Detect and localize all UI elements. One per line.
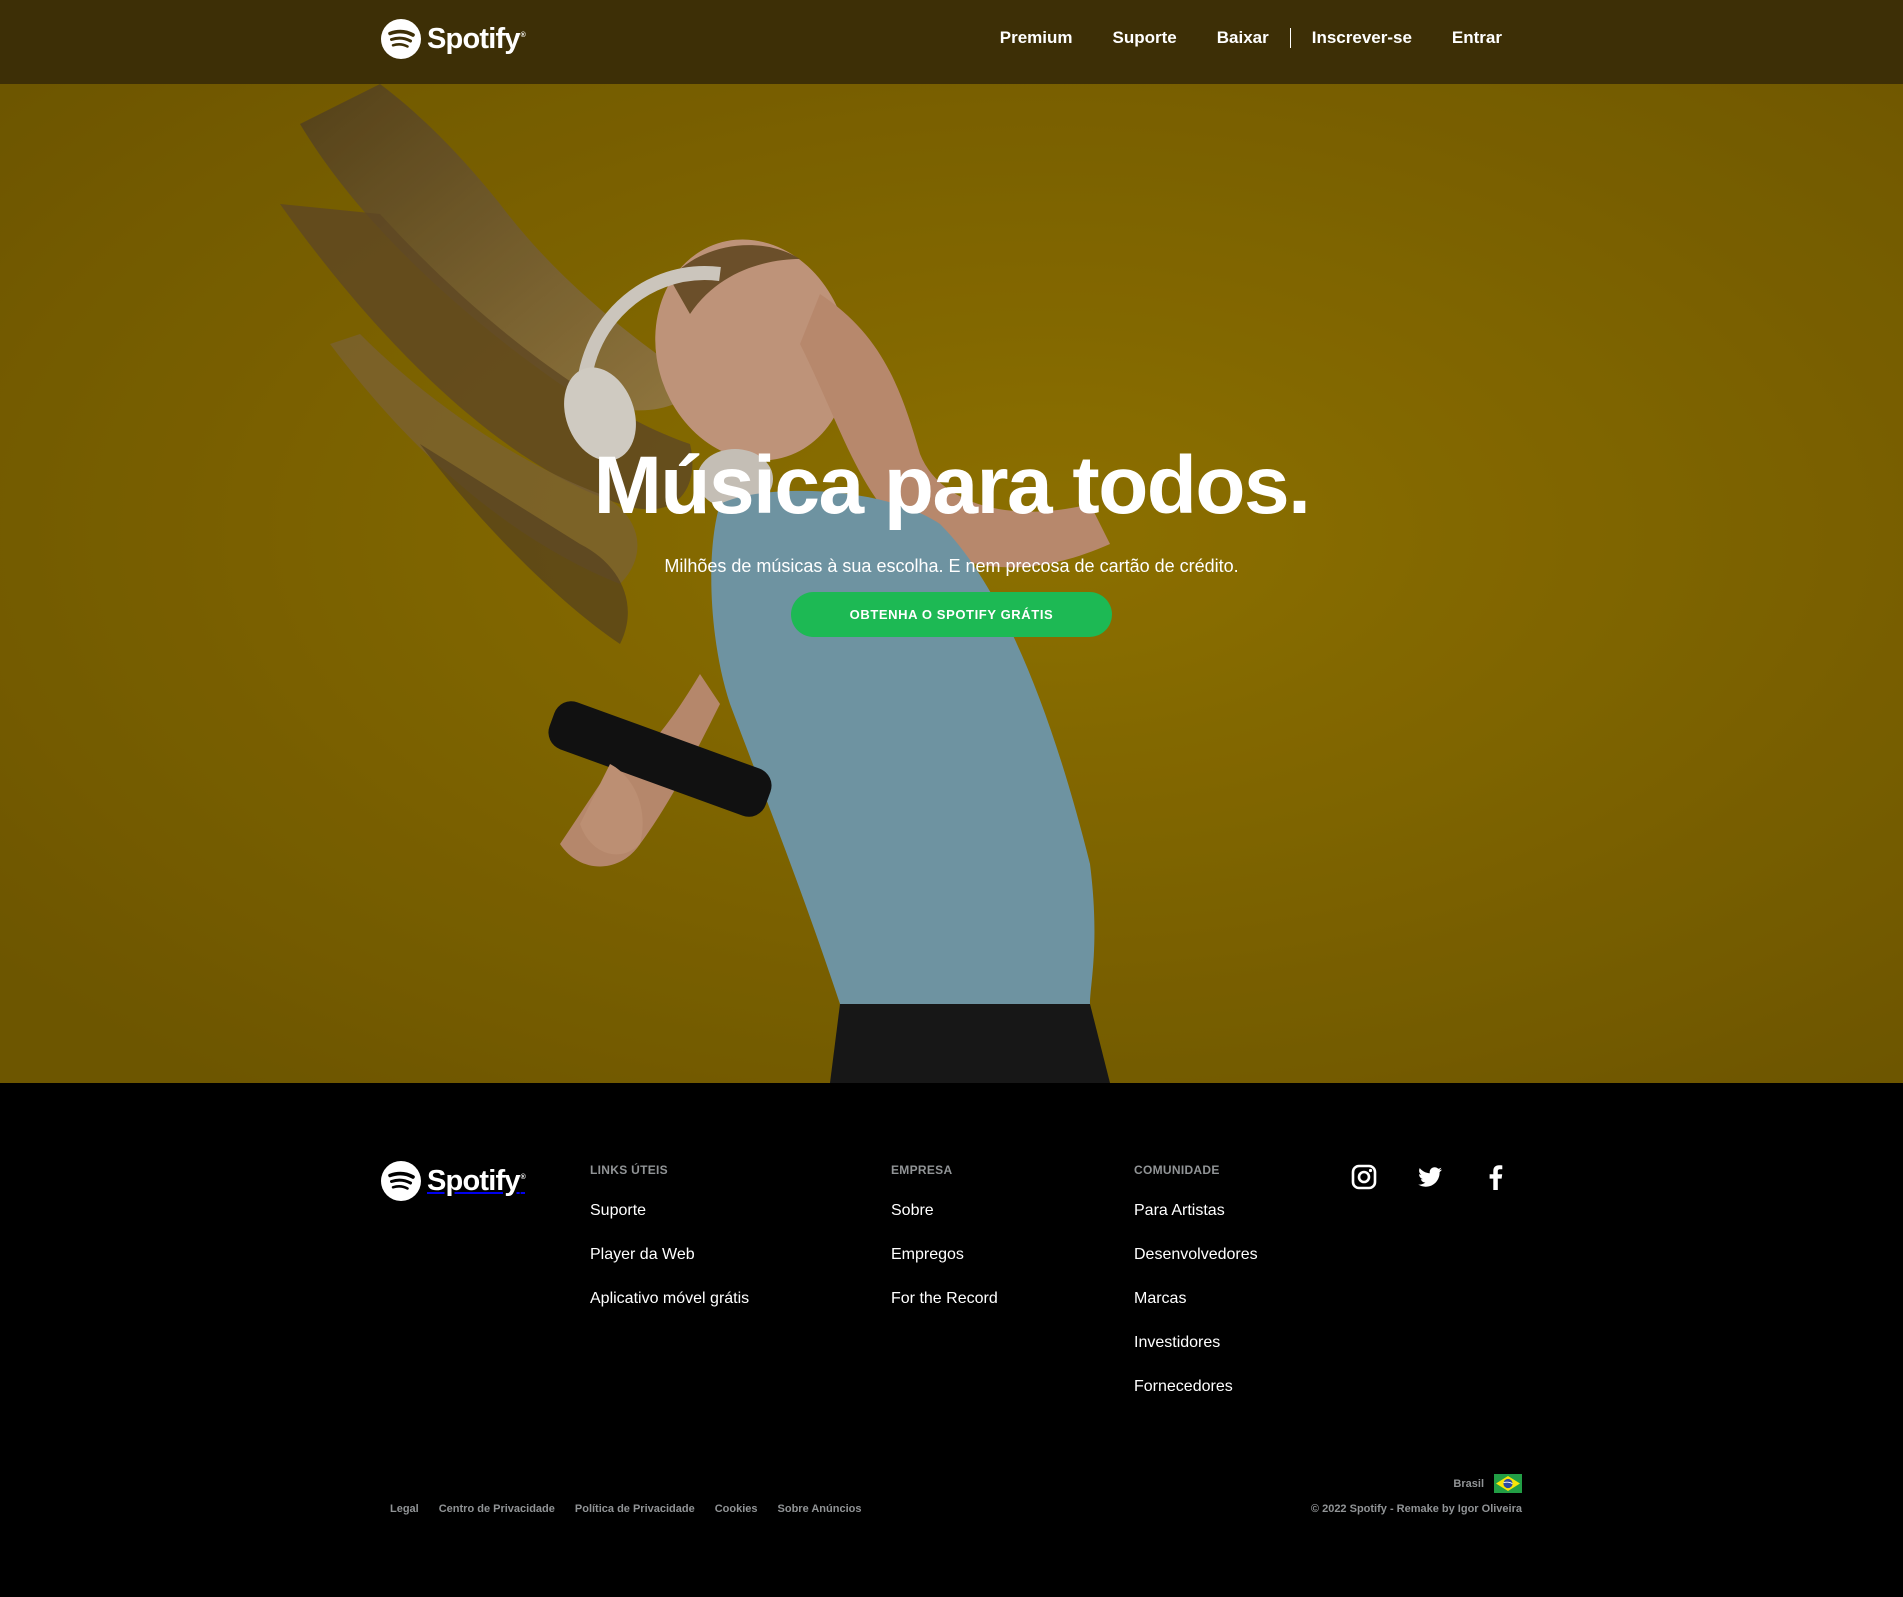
spotify-wordmark: Spotify® [427,22,526,55]
copyright-text: © 2022 Spotify - Remake by Igor Oliveira [1310,1503,1522,1515]
column-heading: COMUNIDADE [1134,1163,1220,1177]
footer-link-for-the-record[interactable]: For the Record [891,1290,998,1334]
region-selector[interactable]: Brasil [1453,1474,1522,1493]
hero-subtitle: Milhões de músicas à sua escolha. E nem … [664,556,1239,576]
footer-link-suporte[interactable]: Suporte [590,1202,749,1246]
footer-column-comunidade: COMUNIDADE Para Artistas Desenvolvedores… [1134,1163,1258,1422]
footer-link-player-da-web[interactable]: Player da Web [590,1246,749,1290]
spotify-logo-icon [381,19,421,59]
footer-link-aplicativo-movel[interactable]: Aplicativo móvel grátis [590,1290,749,1334]
facebook-icon [1489,1165,1503,1190]
column-heading: LINKS ÚTEIS [590,1163,668,1177]
spotify-logo-link[interactable]: Spotify® [381,19,526,59]
footer-column-empresa: EMPRESA Sobre Empregos For the Record [891,1163,998,1334]
footer-link-marcas[interactable]: Marcas [1134,1290,1258,1334]
footer-link-investidores[interactable]: Investidores [1134,1334,1258,1378]
legal-link-centro-de-privacidade[interactable]: Centro de Privacidade [439,1503,555,1515]
facebook-link[interactable] [1482,1163,1510,1191]
footer-link-para-artistas[interactable]: Para Artistas [1134,1202,1258,1246]
twitter-link[interactable] [1416,1163,1444,1191]
top-navbar: Spotify® Premium Suporte Baixar Inscreve… [0,0,1903,84]
main-nav: Premium Suporte Baixar Inscrever-se Entr… [1000,28,1502,48]
nav-entrar[interactable]: Entrar [1452,28,1502,48]
footer-link-desenvolvedores[interactable]: Desenvolvedores [1134,1246,1258,1290]
legal-links: Legal Centro de Privacidade Política de … [390,1503,861,1515]
get-spotify-free-button[interactable]: OBTENHA O SPOTIFY GRÁTIS [791,592,1112,637]
instagram-icon [1351,1164,1377,1190]
nav-baixar[interactable]: Baixar [1217,28,1269,48]
footer-link-sobre[interactable]: Sobre [891,1202,998,1246]
footer-column-links-uteis: LINKS ÚTEIS Suporte Player da Web Aplica… [590,1163,749,1334]
nav-divider [1289,28,1291,48]
legal-link-sobre-anuncios[interactable]: Sobre Anúncios [778,1503,862,1515]
column-heading: EMPRESA [891,1163,953,1177]
nav-premium[interactable]: Premium [1000,28,1073,48]
region-label: Brasil [1453,1477,1484,1490]
hero-title: Música para todos. [593,440,1311,531]
instagram-link[interactable] [1350,1163,1378,1191]
nav-suporte[interactable]: Suporte [1113,28,1177,48]
legal-link-legal[interactable]: Legal [390,1503,419,1515]
nav-inscrever-se[interactable]: Inscrever-se [1312,28,1412,48]
footer-link-empregos[interactable]: Empregos [891,1246,998,1290]
legal-link-cookies[interactable]: Cookies [715,1503,758,1515]
spotify-logo-icon [381,1161,421,1201]
spotify-wordmark: Spotify® [427,1164,526,1197]
legal-link-politica-de-privacidade[interactable]: Política de Privacidade [575,1503,695,1515]
footer: Spotify® LINKS ÚTEIS Suporte Player da W… [0,1083,1903,1597]
footer-spotify-logo-link[interactable]: Spotify® [381,1161,526,1201]
page: Spotify® Premium Suporte Baixar Inscreve… [0,0,1903,1597]
hero-content: Música para todos. Milhões de músicas à … [0,84,1903,1083]
hero-section: Música para todos. Milhões de músicas à … [0,84,1903,1083]
social-links [1350,1163,1510,1191]
brazil-flag-icon [1494,1474,1522,1493]
footer-link-fornecedores[interactable]: Fornecedores [1134,1378,1258,1422]
twitter-icon [1418,1167,1442,1187]
